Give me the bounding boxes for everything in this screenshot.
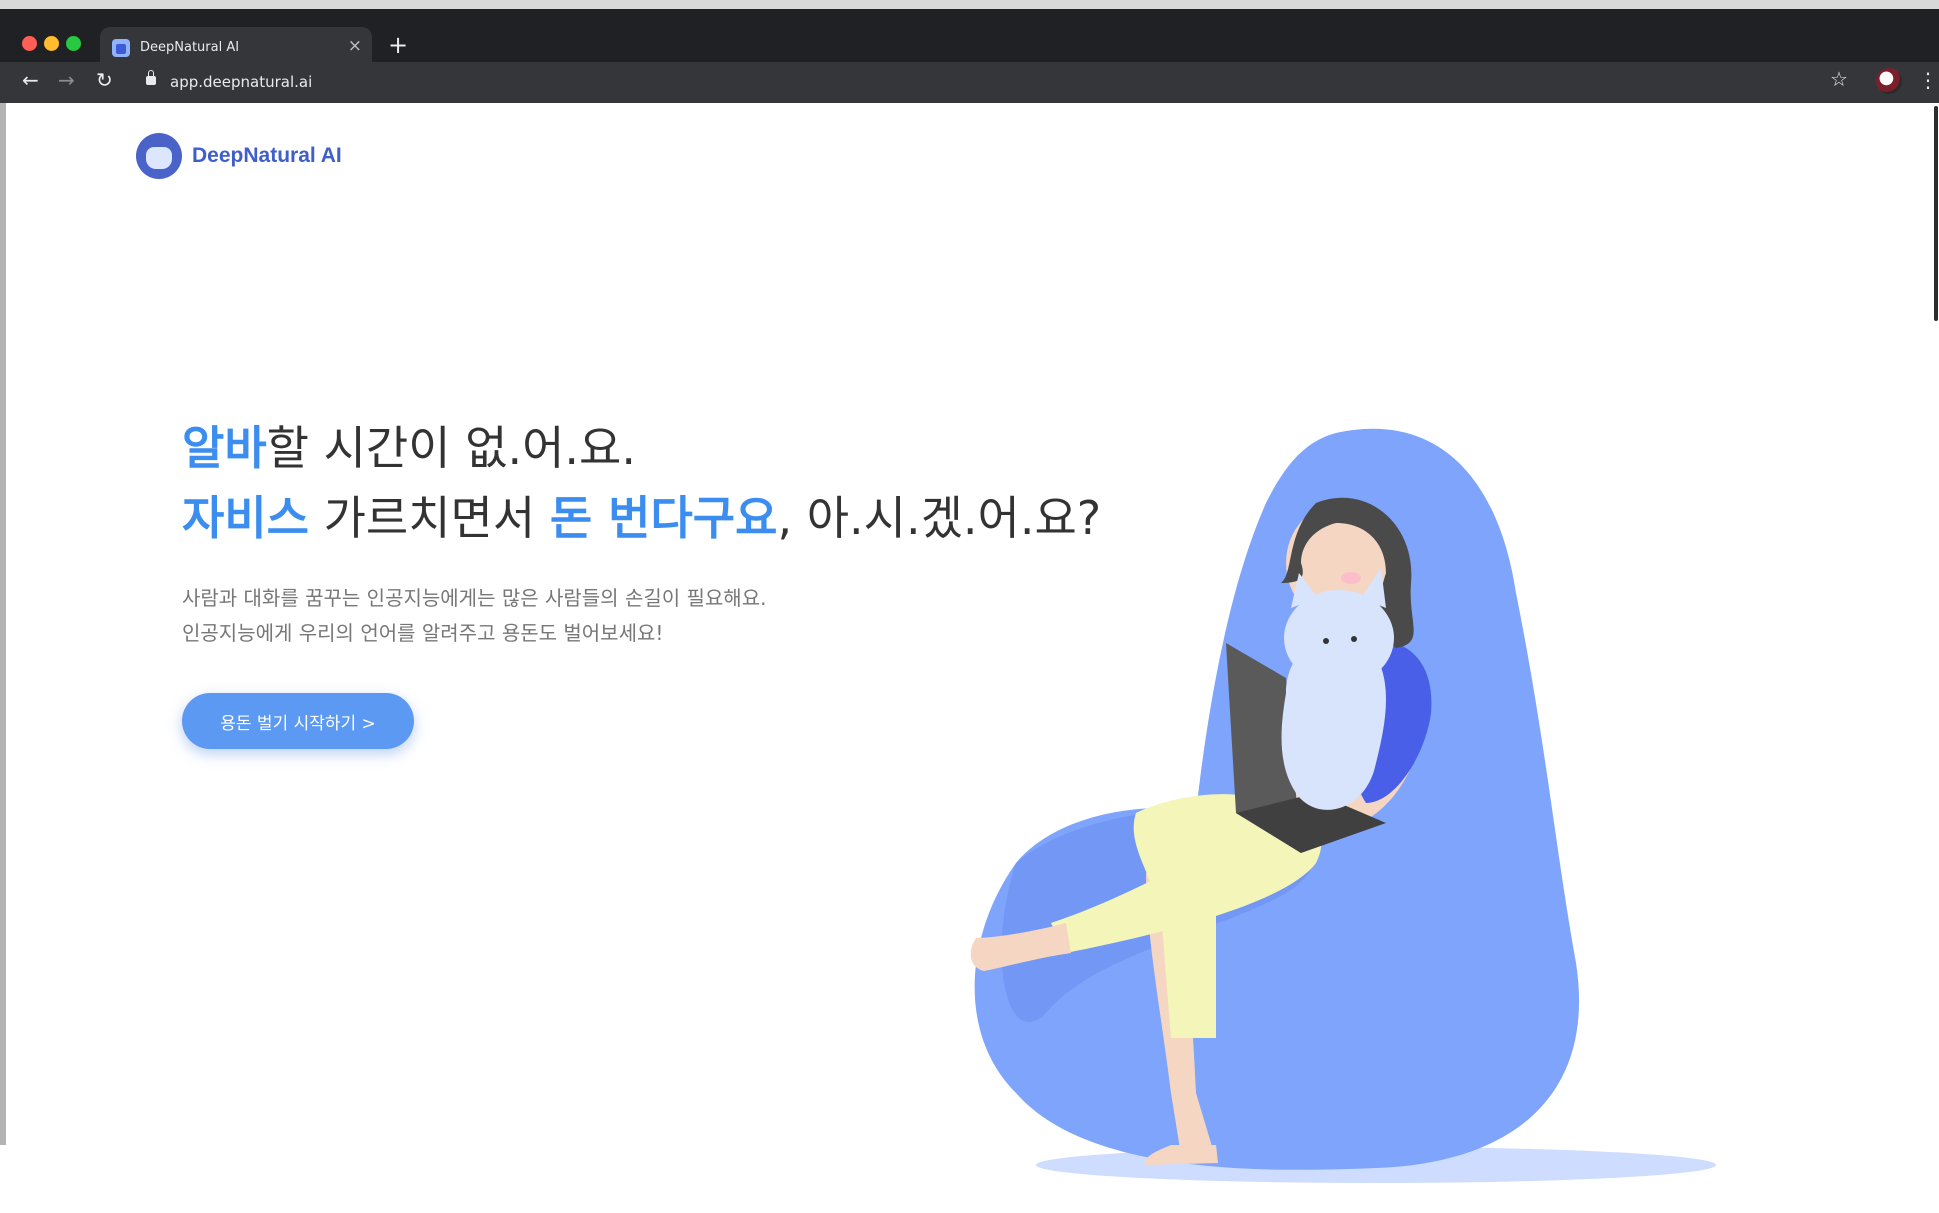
tab-title: DeepNatural AI (140, 40, 240, 55)
browser-titlebar: DeepNatural AI × + (0, 0, 1939, 71)
back-arrow-icon[interactable]: ← (22, 68, 39, 92)
headline-highlight: 자비스 (182, 491, 309, 545)
headline-highlight: 알바 (182, 421, 267, 475)
hero-illustration (970, 428, 1716, 1183)
bookmark-star-icon[interactable]: ☆ (1830, 67, 1848, 91)
kebab-menu-icon[interactable]: ⋮ (1918, 68, 1938, 92)
maximize-window-button[interactable] (66, 36, 81, 51)
minimize-window-button[interactable] (44, 36, 59, 51)
headline-highlight: 돈 번다구요 (549, 491, 778, 545)
start-earning-button[interactable]: 용돈 벌기 시작하기 > (182, 693, 414, 749)
favicon-icon (112, 39, 130, 57)
logo-text: DeepNatural AI (192, 144, 342, 167)
close-window-button[interactable] (22, 36, 37, 51)
cheek (1341, 572, 1361, 584)
lock-icon[interactable] (146, 70, 156, 85)
profile-avatar[interactable] (1876, 68, 1902, 94)
browser-window: DeepNatural AI × + ← → ↻ app.deepnatural… (0, 0, 1939, 1183)
reload-icon[interactable]: ↻ (96, 68, 113, 92)
new-tab-icon[interactable]: + (388, 31, 408, 59)
cat-eye-left (1323, 638, 1329, 644)
headline-text: 가르치면서 (308, 491, 550, 545)
url-text[interactable]: app.deepnatural.ai (170, 73, 312, 91)
cat-eye-right (1351, 636, 1357, 642)
address-bar[interactable]: app.deepnatural.ai (134, 67, 1814, 98)
scrollbar-thumb[interactable] (1934, 106, 1938, 321)
site-logo[interactable]: DeepNatural AI (136, 133, 342, 179)
forward-arrow-icon[interactable]: → (58, 68, 75, 92)
page-content: DeepNatural AI 알바할 시간이 없.어.요. 자비스 가르치면서 … (6, 103, 1934, 1183)
browser-toolbar: ← → ↻ app.deepnatural.ai ☆ ⋮ (0, 62, 1939, 103)
cat-logo-icon (136, 133, 182, 179)
headline-text: 할 시간이 없.어.요. (266, 421, 636, 475)
close-icon[interactable]: × (348, 36, 362, 56)
